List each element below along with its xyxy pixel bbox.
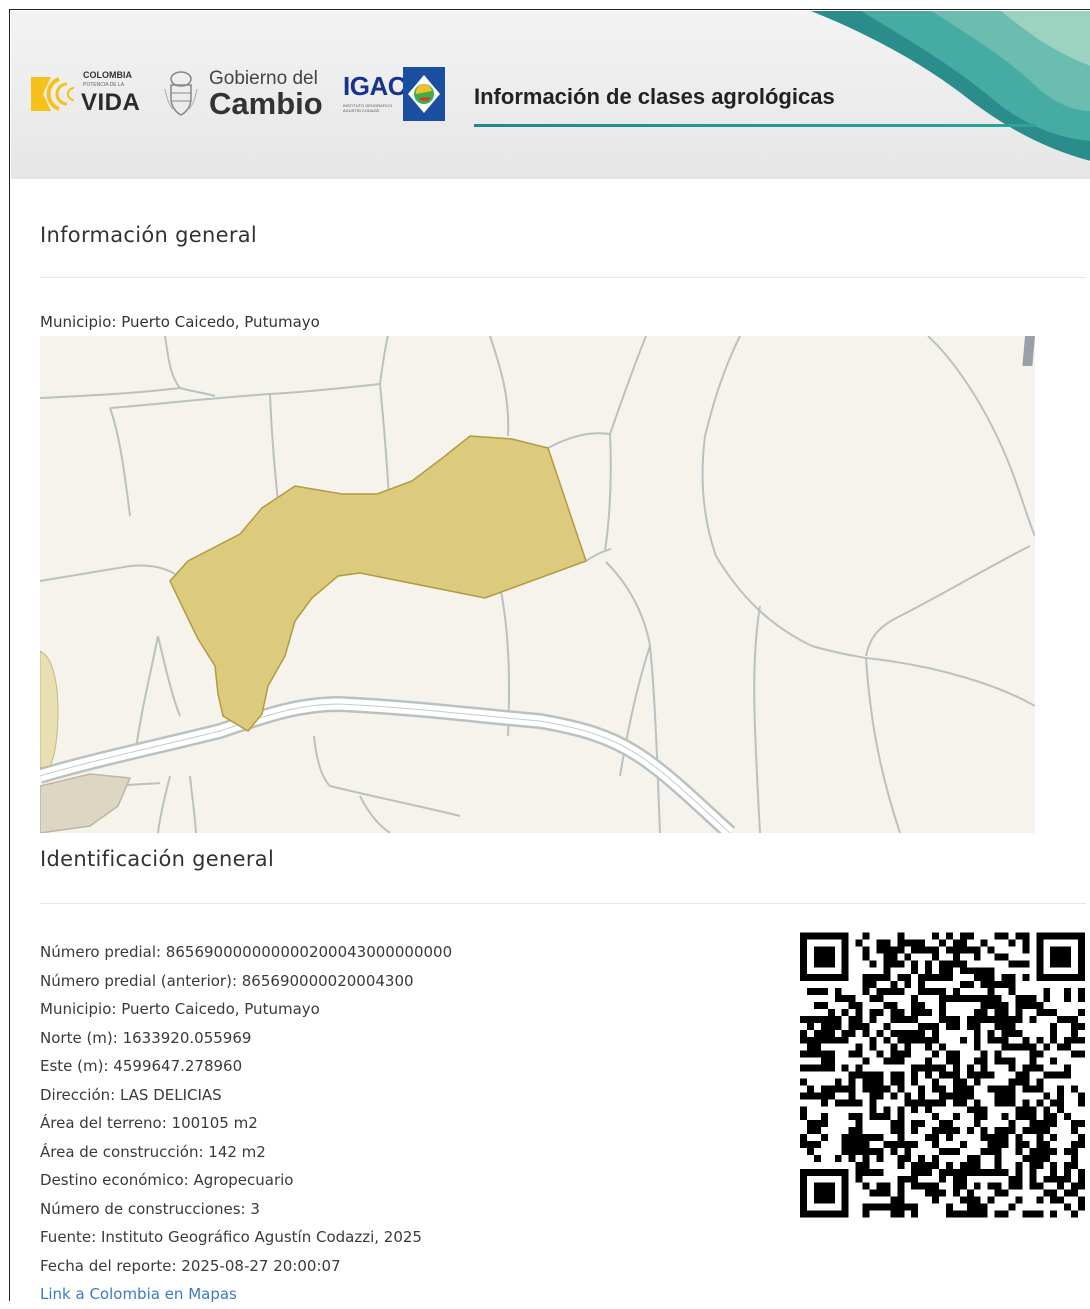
- divider: [40, 277, 1086, 278]
- igac-label: IGAC: [343, 71, 407, 101]
- colombia-coat-of-arms-icon: [164, 71, 198, 116]
- info-este: Este (m): 4599647.278960: [40, 1057, 243, 1075]
- section-title-general: Información general: [40, 223, 258, 247]
- info-numero-predial-anterior: Número predial (anterior): 8656900000200…: [40, 971, 414, 990]
- header-decoration: [811, 11, 1090, 161]
- report-title: Información de clases agrológicas: [474, 84, 835, 109]
- title-underline: [474, 124, 1036, 127]
- info-fuente: Fuente: Instituto Geográfico Agustín Cod…: [40, 1228, 422, 1246]
- info-area-terreno: Área del terreno: 100105 m2: [40, 1114, 258, 1132]
- divider: [40, 903, 1086, 904]
- parcel-map[interactable]: [40, 336, 1035, 833]
- colombia-en-mapas-link[interactable]: Link a Colombia en Mapas: [40, 1280, 740, 1309]
- info-municipio: Municipio: Puerto Caicedo, Putumayo: [40, 1000, 320, 1018]
- colombia-label: COLOMBIA POTENCIA DE LA: [83, 70, 132, 89]
- identificacion-list: Número predial: 865690000000000200043000…: [40, 938, 740, 1309]
- info-destino-economico: Destino económico: Agropecuario: [40, 1171, 294, 1189]
- info-direccion: Dirección: LAS DELICIAS: [40, 1085, 222, 1104]
- cambio-label: Cambio: [209, 86, 323, 121]
- info-numero-predial: Número predial: 865690000000000200043000…: [40, 943, 453, 961]
- igac-sub-label: INSTITUTO GEOGRÁFICO AGUSTÍN CODAZZI: [343, 103, 393, 113]
- vida-label: VIDA: [81, 89, 141, 116]
- info-norte: Norte (m): 1633920.055969: [40, 1028, 252, 1047]
- report-page: COLOMBIA POTENCIA DE LA VIDA Gobierno de…: [9, 9, 1090, 1303]
- report-header: COLOMBIA POTENCIA DE LA VIDA Gobierno de…: [11, 11, 1090, 179]
- igac-logo-icon: [403, 67, 445, 121]
- info-numero-construcciones: Número de construcciones: 3: [40, 1199, 260, 1218]
- info-fecha-reporte: Fecha del reporte: 2025-08-27 20:00:07: [40, 1256, 341, 1275]
- qr-code-icon: [800, 932, 1085, 1218]
- municipio-label: Municipio: Puerto Caicedo, Putumayo: [40, 313, 320, 331]
- info-area-construccion: Área de construcción: 142 m2: [40, 1142, 266, 1161]
- map-canvas: [40, 336, 1035, 833]
- section-title-identificacion: Identificación general: [40, 847, 275, 871]
